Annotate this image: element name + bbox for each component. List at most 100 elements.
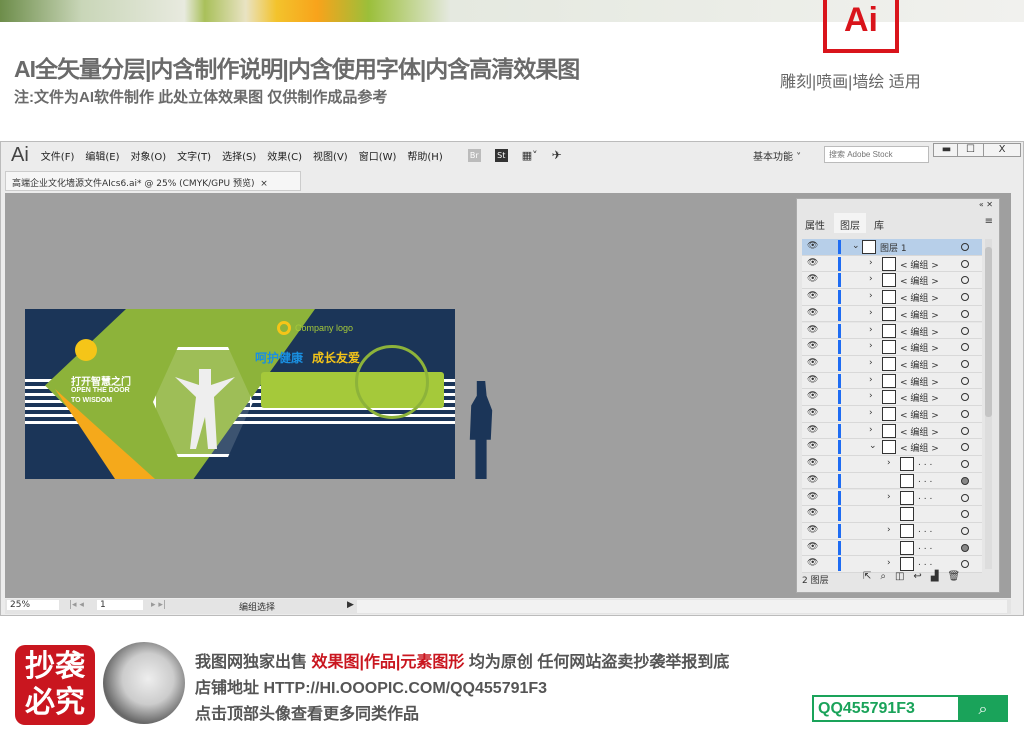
- visibility-eye-icon[interactable]: 👁: [807, 258, 818, 268]
- expand-chevron-icon[interactable]: ⌄: [869, 441, 877, 451]
- layers-scrollbar[interactable]: [985, 239, 992, 569]
- target-circle-icon[interactable]: [961, 376, 969, 385]
- target-circle-icon[interactable]: [961, 276, 969, 285]
- menu-edit[interactable]: 编辑(E): [85, 148, 119, 163]
- layer-name[interactable]: < 编组 >: [900, 291, 939, 304]
- visibility-eye-icon[interactable]: 👁: [807, 341, 818, 351]
- menu-view[interactable]: 视图(V): [313, 148, 348, 163]
- layer-name[interactable]: . . .: [918, 542, 932, 552]
- menu-window[interactable]: 窗口(W): [359, 148, 397, 163]
- tab-layers[interactable]: 图层: [834, 213, 866, 233]
- avatar[interactable]: [103, 642, 185, 724]
- expand-chevron-icon[interactable]: ›: [869, 291, 873, 301]
- layer-name[interactable]: < 编组 >: [900, 408, 939, 421]
- target-circle-icon[interactable]: [961, 343, 969, 352]
- visibility-eye-icon[interactable]: 👁: [807, 525, 818, 535]
- visibility-eye-icon[interactable]: 👁: [807, 391, 818, 401]
- artboard-nav-prev[interactable]: |◂ ◂: [69, 600, 84, 610]
- layer-name[interactable]: . . .: [918, 475, 932, 485]
- layer-name[interactable]: < 编组 >: [900, 391, 939, 404]
- visibility-eye-icon[interactable]: 👁: [807, 458, 818, 468]
- target-circle-icon[interactable]: [961, 460, 969, 469]
- target-circle-icon[interactable]: [961, 526, 969, 535]
- expand-chevron-icon[interactable]: ›: [869, 308, 873, 318]
- expand-chevron-icon[interactable]: ›: [887, 458, 891, 468]
- layer-name[interactable]: < 编组 >: [900, 274, 939, 287]
- menu-file[interactable]: 文件(F): [41, 148, 75, 163]
- layer-name[interactable]: < 编组 >: [900, 341, 939, 354]
- tab-libraries[interactable]: 库: [868, 213, 890, 233]
- target-circle-icon[interactable]: [961, 293, 969, 302]
- layer-row[interactable]: 👁 › < 编组 >: [802, 372, 982, 390]
- expand-chevron-icon[interactable]: ›: [869, 358, 873, 368]
- layer-name[interactable]: . . .: [918, 558, 932, 568]
- panel-menu-icon[interactable]: ≡: [985, 216, 993, 227]
- visibility-eye-icon[interactable]: 👁: [807, 542, 818, 552]
- layer-name[interactable]: < 编组 >: [900, 258, 939, 271]
- expand-chevron-icon[interactable]: ›: [887, 492, 891, 502]
- layer-row[interactable]: 👁 › < 编组 >: [802, 389, 982, 406]
- target-circle-icon[interactable]: [961, 243, 969, 251]
- target-circle-icon[interactable]: [961, 359, 969, 368]
- expand-chevron-icon[interactable]: ›: [887, 558, 891, 568]
- close-tab-icon[interactable]: ×: [260, 179, 268, 189]
- layer-name[interactable]: < 编组 >: [900, 425, 939, 438]
- layer-name[interactable]: . . .: [918, 492, 932, 502]
- workspace-switcher[interactable]: 基本功能 ˅: [753, 148, 801, 163]
- target-circle-icon[interactable]: [961, 493, 969, 502]
- target-circle-icon[interactable]: [961, 393, 969, 402]
- menu-select[interactable]: 选择(S): [222, 148, 256, 163]
- layer-row[interactable]: 👁 ⌄ < 编组 >: [802, 439, 982, 457]
- artboard-select[interactable]: 1: [97, 600, 143, 610]
- layer-name[interactable]: . . .: [918, 525, 932, 535]
- menu-object[interactable]: 对象(O): [130, 148, 166, 163]
- expand-chevron-icon[interactable]: ›: [869, 325, 873, 335]
- visibility-eye-icon[interactable]: 👁: [807, 408, 818, 418]
- shop-search-input[interactable]: QQ455791F3: [812, 695, 960, 722]
- visibility-eye-icon[interactable]: 👁: [807, 308, 818, 318]
- bridge-button[interactable]: Br: [467, 148, 481, 162]
- layer-row[interactable]: 👁 › < 编组 >: [802, 406, 982, 423]
- visibility-eye-icon[interactable]: 👁: [807, 291, 818, 301]
- layer-row[interactable]: 👁 › < 编组 >: [802, 289, 982, 306]
- visibility-eye-icon[interactable]: 👁: [807, 425, 818, 435]
- artboard-nav-next[interactable]: ▸ ▸|: [151, 600, 166, 610]
- expand-chevron-icon[interactable]: ›: [869, 258, 873, 268]
- stock-button[interactable]: St: [494, 148, 508, 162]
- minimize-button[interactable]: ▬: [933, 143, 960, 157]
- layer-row[interactable]: 👁: [802, 506, 982, 523]
- layer-row[interactable]: 👁 › < 编组 >: [802, 255, 982, 273]
- layer-row[interactable]: 👁 . . .: [802, 472, 982, 490]
- visibility-eye-icon[interactable]: 👁: [807, 558, 818, 568]
- target-circle-icon[interactable]: [961, 543, 969, 552]
- visibility-eye-icon[interactable]: 👁: [807, 475, 818, 485]
- target-circle-icon[interactable]: [961, 476, 969, 485]
- target-circle-icon[interactable]: [961, 443, 969, 452]
- menu-effect[interactable]: 效果(C): [267, 148, 302, 163]
- layer-row[interactable]: 👁 › < 编组 >: [802, 355, 982, 373]
- target-circle-icon[interactable]: [961, 410, 969, 418]
- expand-chevron-icon[interactable]: ›: [869, 391, 873, 401]
- layer-name[interactable]: < 编组 >: [900, 308, 939, 321]
- visibility-eye-icon[interactable]: 👁: [807, 492, 818, 502]
- visibility-eye-icon[interactable]: 👁: [807, 274, 818, 284]
- layer-row[interactable]: 👁 › < 编组 >: [802, 422, 982, 440]
- arrange-documents-icon[interactable]: ▦˅: [522, 149, 538, 162]
- visibility-eye-icon[interactable]: 👁: [807, 508, 818, 518]
- search-button[interactable]: ⌕: [958, 695, 1008, 722]
- visibility-eye-icon[interactable]: 👁: [807, 358, 818, 368]
- layer-name[interactable]: < 编组 >: [900, 441, 939, 454]
- visibility-eye-icon[interactable]: 👁: [807, 375, 818, 385]
- layer-row[interactable]: 👁 › < 编组 >: [802, 322, 982, 340]
- stock-search-input[interactable]: [824, 146, 929, 163]
- visibility-eye-icon[interactable]: 👁: [807, 325, 818, 335]
- target-circle-icon[interactable]: [961, 259, 969, 268]
- expand-chevron-icon[interactable]: ›: [869, 375, 873, 385]
- expand-chevron-icon[interactable]: ⌄: [852, 241, 860, 251]
- maximize-button[interactable]: ☐: [957, 143, 984, 157]
- layer-row[interactable]: 👁 › . . .: [802, 456, 982, 473]
- layer-name[interactable]: < 编组 >: [900, 325, 939, 338]
- expand-chevron-icon[interactable]: ›: [869, 425, 873, 435]
- layer-actions[interactable]: ⇱⌕◫↩▟🗑: [863, 571, 969, 582]
- menu-help[interactable]: 帮助(H): [407, 148, 442, 163]
